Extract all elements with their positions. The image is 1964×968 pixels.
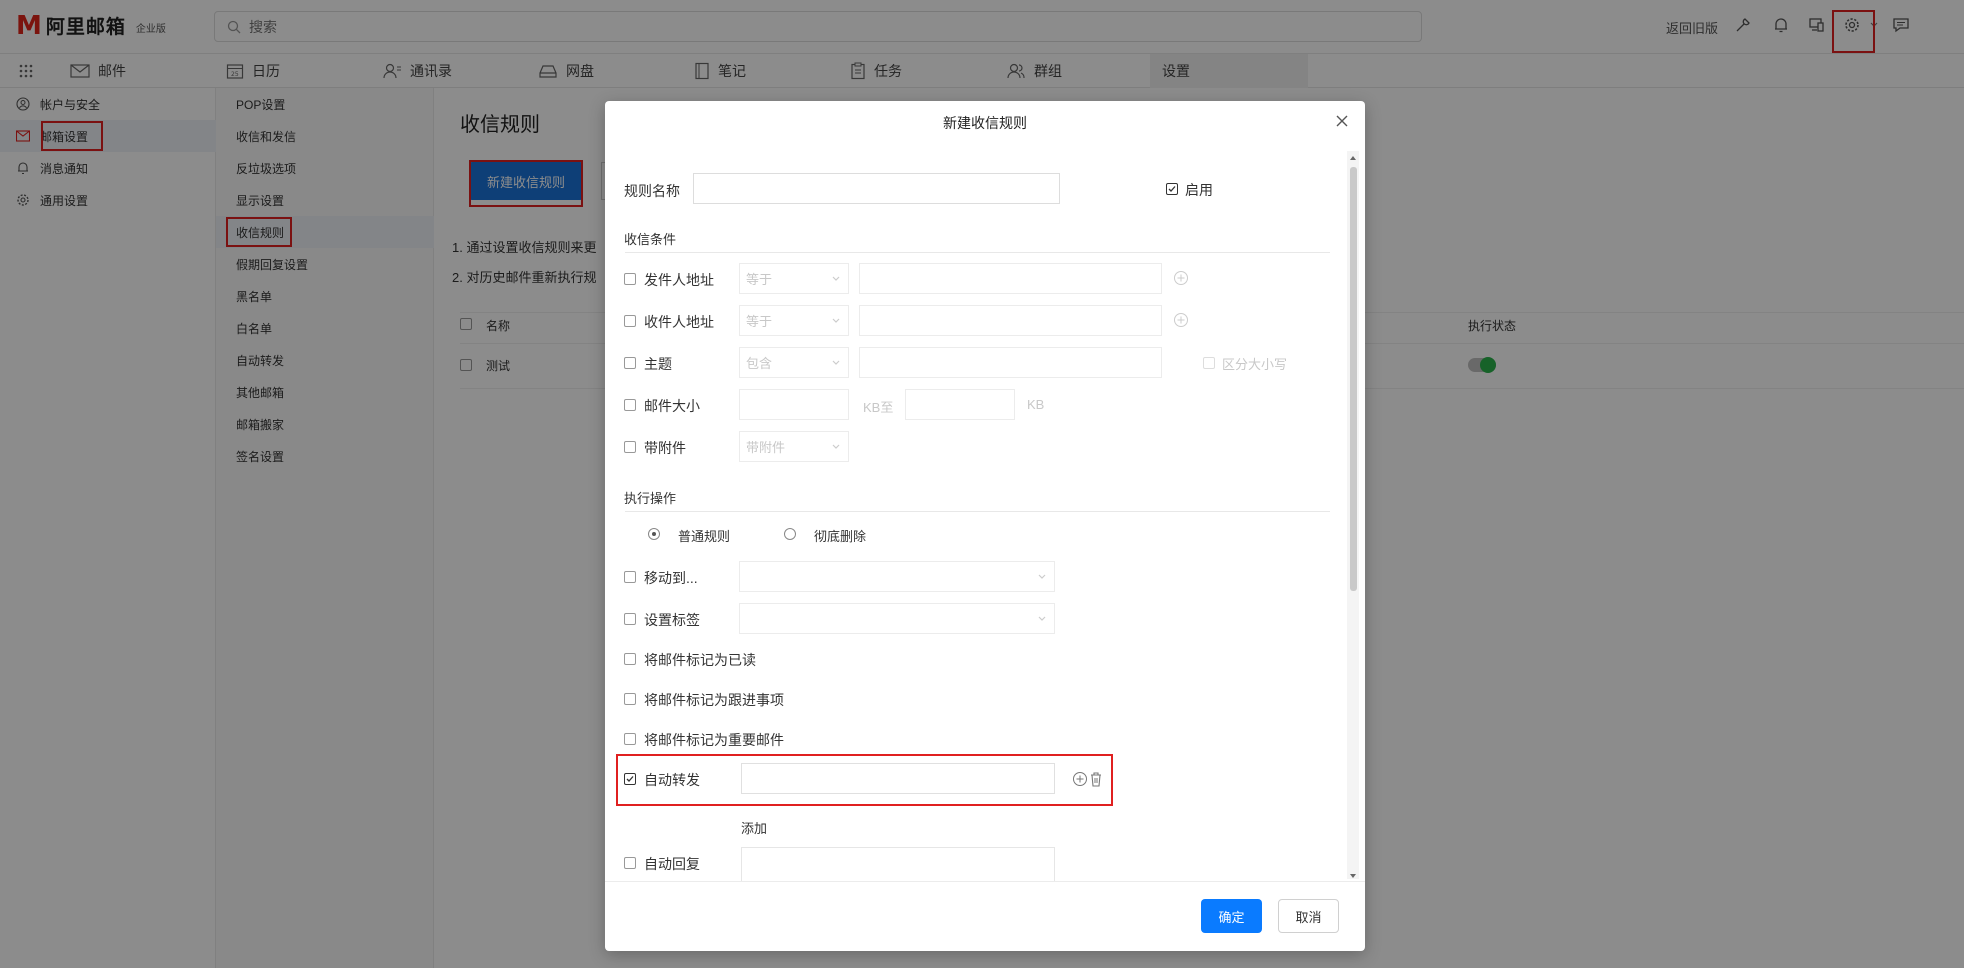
mark-read-label: 将邮件标记为已读 bbox=[644, 652, 756, 668]
sender-address-input[interactable] bbox=[859, 263, 1162, 294]
conditions-divider bbox=[625, 252, 1330, 253]
set-tag-checkbox[interactable] bbox=[624, 613, 636, 625]
chevron-down-icon bbox=[832, 360, 840, 366]
scroll-down-arrow-icon[interactable] bbox=[1349, 873, 1357, 879]
mark-important-label: 将邮件标记为重要邮件 bbox=[644, 732, 784, 748]
attachment-checkbox[interactable] bbox=[624, 441, 636, 453]
size-label: 邮件大小 bbox=[644, 398, 700, 414]
chevron-down-icon bbox=[1038, 574, 1046, 580]
recipient-label: 收件人地址 bbox=[644, 314, 714, 330]
size-min-input[interactable] bbox=[739, 389, 849, 420]
dialog-scrollbar-thumb[interactable] bbox=[1350, 167, 1357, 591]
new-rule-dialog: 新建收信规则 规则名称 启用 收信条件 发件人地址 等于 收件人地址 等于 主题… bbox=[605, 101, 1365, 951]
conditions-title: 收信条件 bbox=[624, 232, 677, 247]
recipient-operator-select[interactable]: 等于 bbox=[739, 305, 849, 336]
set-tag-label: 设置标签 bbox=[644, 612, 700, 628]
attachment-label: 带附件 bbox=[644, 440, 686, 456]
recipient-operator-value: 等于 bbox=[746, 314, 773, 329]
mark-followup-label: 将邮件标记为跟进事项 bbox=[644, 692, 784, 708]
enable-label: 启用 bbox=[1185, 182, 1213, 198]
normal-rule-radio[interactable] bbox=[648, 528, 660, 540]
subject-input[interactable] bbox=[859, 347, 1162, 378]
size-unit-to: KB至 bbox=[863, 400, 894, 415]
add-condition-icon[interactable] bbox=[1173, 312, 1189, 328]
confirm-button[interactable]: 确定 bbox=[1201, 899, 1262, 933]
size-max-input[interactable] bbox=[905, 389, 1015, 420]
recipient-address-input[interactable] bbox=[859, 305, 1162, 336]
chevron-down-icon bbox=[832, 318, 840, 324]
rule-name-input[interactable] bbox=[693, 173, 1060, 204]
mark-read-checkbox[interactable] bbox=[624, 653, 636, 665]
close-icon[interactable] bbox=[1334, 113, 1350, 129]
subject-label: 主题 bbox=[644, 356, 672, 372]
mark-followup-checkbox[interactable] bbox=[624, 693, 636, 705]
add-condition-icon[interactable] bbox=[1173, 270, 1189, 286]
add-forward-link[interactable]: 添加 bbox=[741, 818, 767, 837]
move-to-checkbox[interactable] bbox=[624, 571, 636, 583]
actions-divider bbox=[625, 511, 1330, 512]
recipient-checkbox[interactable] bbox=[624, 315, 636, 327]
sender-checkbox[interactable] bbox=[624, 273, 636, 285]
move-to-folder-select[interactable] bbox=[739, 561, 1055, 592]
sender-operator-select[interactable]: 等于 bbox=[739, 263, 849, 294]
auto-reply-textarea[interactable] bbox=[741, 847, 1055, 881]
highlight-box-auto-forward bbox=[616, 754, 1113, 806]
chevron-down-icon bbox=[832, 276, 840, 282]
dialog-title: 新建收信规则 bbox=[943, 115, 1027, 131]
enable-checkbox[interactable] bbox=[1166, 183, 1178, 195]
normal-rule-label: 普通规则 bbox=[678, 529, 731, 544]
move-to-label: 移动到... bbox=[644, 570, 698, 586]
delete-permanently-label: 彻底删除 bbox=[814, 529, 867, 544]
chevron-down-icon bbox=[832, 444, 840, 450]
mark-important-checkbox[interactable] bbox=[624, 733, 636, 745]
sender-operator-value: 等于 bbox=[746, 272, 773, 287]
subject-operator-value: 包含 bbox=[746, 356, 773, 371]
delete-permanently-radio[interactable] bbox=[784, 528, 796, 540]
size-checkbox[interactable] bbox=[624, 399, 636, 411]
attachment-select-value: 带附件 bbox=[746, 440, 786, 455]
actions-title: 执行操作 bbox=[624, 491, 677, 506]
subject-checkbox[interactable] bbox=[624, 357, 636, 369]
case-sensitive-label: 区分大小写 bbox=[1222, 357, 1288, 372]
cancel-button[interactable]: 取消 bbox=[1278, 899, 1339, 933]
scroll-up-arrow-icon[interactable] bbox=[1349, 155, 1357, 161]
set-tag-select[interactable] bbox=[739, 603, 1055, 634]
case-sensitive-checkbox[interactable] bbox=[1203, 357, 1215, 369]
auto-reply-label: 自动回复 bbox=[644, 856, 700, 872]
size-unit-kb: KB bbox=[1027, 397, 1045, 412]
sender-label: 发件人地址 bbox=[644, 272, 714, 288]
chevron-down-icon bbox=[1038, 616, 1046, 622]
auto-reply-checkbox[interactable] bbox=[624, 857, 636, 869]
rule-name-label: 规则名称 bbox=[624, 183, 680, 199]
subject-operator-select[interactable]: 包含 bbox=[739, 347, 849, 378]
dialog-body: 规则名称 启用 收信条件 发件人地址 等于 收件人地址 等于 主题 包含 区分大… bbox=[605, 151, 1365, 881]
attachment-select[interactable]: 带附件 bbox=[739, 431, 849, 462]
